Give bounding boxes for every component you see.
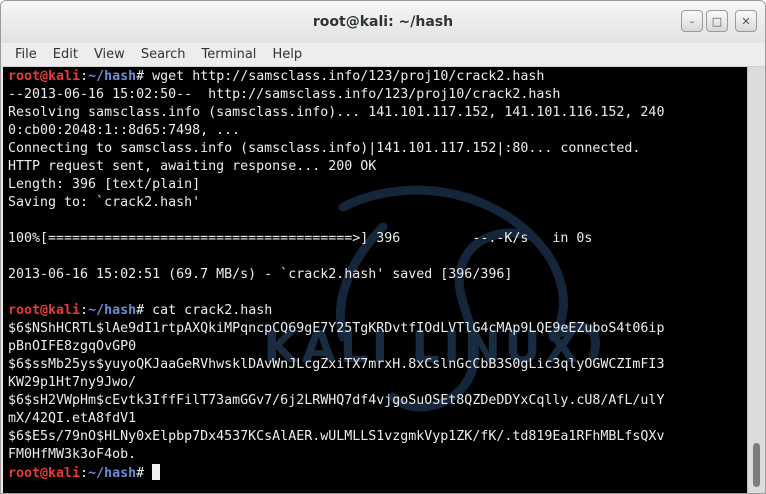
prompt-hash: # bbox=[136, 303, 145, 318]
menu-terminal[interactable]: Terminal bbox=[193, 45, 264, 64]
text-cursor bbox=[152, 464, 161, 480]
output-line: $6$ssMb25ys$yuyoQKJaaGeRVhwsklDAvWnJLcgZ… bbox=[8, 357, 665, 372]
output-line: $6$NShHCRTL$lAe9dI1rtpAXQkiMPqncpCQ69gE7… bbox=[8, 321, 665, 336]
output-line: KW29p1Ht7ny9Jwo/ bbox=[8, 375, 137, 390]
output-line: $6$E5s/79nO$HLNy0xElpbp7Dx4537KCsAlAER.w… bbox=[8, 429, 665, 444]
prompt-hash: # bbox=[136, 466, 145, 481]
terminal-area[interactable]: KALI LINUX root@kali:~/hash# wget http:/… bbox=[3, 67, 747, 493]
output-line: $6$sH2VWpHm$cEvtk3IffFilT73amGGv7/6j2LRW… bbox=[8, 393, 665, 408]
command-text: cat crack2.hash bbox=[144, 303, 273, 318]
prompt-path: ~/hash bbox=[88, 466, 137, 481]
menu-view[interactable]: View bbox=[86, 45, 133, 64]
command-text bbox=[144, 466, 152, 481]
prompt-hash: # bbox=[136, 69, 145, 84]
vertical-scrollbar[interactable] bbox=[747, 67, 765, 493]
output-line: Saving to: `crack2.hash' bbox=[8, 195, 201, 210]
output-line: 2013-06-16 15:02:51 (69.7 MB/s) - `crack… bbox=[8, 267, 513, 282]
prompt-colon: : bbox=[80, 466, 89, 481]
minimize-button[interactable]: – bbox=[681, 10, 703, 32]
title-bar[interactable]: root@kali: ~/hash – □ ✕ bbox=[1, 1, 765, 43]
output-line: HTTP request sent, awaiting response... … bbox=[8, 159, 377, 174]
menu-search[interactable]: Search bbox=[133, 45, 194, 64]
menu-help[interactable]: Help bbox=[264, 45, 310, 64]
prompt-line: root@kali:~/hash# wget http://samsclass.… bbox=[8, 68, 747, 86]
output-line: Connecting to samsclass.info (samsclass.… bbox=[8, 141, 641, 156]
menu-bar: File Edit View Search Terminal Help bbox=[1, 43, 765, 67]
scrollbar-thumb[interactable] bbox=[753, 443, 760, 487]
prompt-path: ~/hash bbox=[88, 69, 137, 84]
prompt-host: kali bbox=[48, 303, 81, 318]
output-line: 0:cb00:2048:1::8d65:7498, ... bbox=[8, 123, 241, 138]
prompt-at: @ bbox=[40, 303, 49, 318]
maximize-button[interactable]: □ bbox=[706, 10, 728, 32]
close-button[interactable]: ✕ bbox=[735, 10, 757, 32]
terminal-window: root@kali: ~/hash – □ ✕ File Edit View S… bbox=[0, 0, 766, 494]
output-line: pBnOIFE8zgqOvGP0 bbox=[8, 339, 137, 354]
prompt-colon: : bbox=[80, 303, 89, 318]
prompt-host: kali bbox=[48, 69, 81, 84]
prompt-host: kali bbox=[48, 466, 81, 481]
prompt-user: root bbox=[8, 69, 41, 84]
prompt-line: root@kali:~/hash# bbox=[8, 464, 747, 482]
command-text: wget http://samsclass.info/123/proj10/cr… bbox=[144, 69, 545, 84]
prompt-at: @ bbox=[40, 69, 49, 84]
prompt-colon: : bbox=[80, 69, 89, 84]
prompt-user: root bbox=[8, 303, 41, 318]
output-line: Length: 396 [text/plain] bbox=[8, 177, 201, 192]
output-line: --2013-06-16 15:02:50-- http://samsclass… bbox=[8, 87, 561, 102]
menu-file[interactable]: File bbox=[7, 45, 45, 64]
output-line: FM0HfMW3k3oF4ob. bbox=[8, 447, 137, 462]
prompt-at: @ bbox=[40, 466, 49, 481]
prompt-path: ~/hash bbox=[88, 303, 137, 318]
terminal-output: root@kali:~/hash# wget http://samsclass.… bbox=[8, 68, 747, 482]
output-line: mX/42QI.etA8fdV1 bbox=[8, 411, 137, 426]
output-line: 100%[===================================… bbox=[8, 231, 593, 246]
window-title: root@kali: ~/hash bbox=[312, 14, 454, 30]
menu-edit[interactable]: Edit bbox=[45, 45, 86, 64]
prompt-line: root@kali:~/hash# cat crack2.hash bbox=[8, 302, 747, 320]
output-line: Resolving samsclass.info (samsclass.info… bbox=[8, 105, 665, 120]
prompt-user: root bbox=[8, 466, 41, 481]
